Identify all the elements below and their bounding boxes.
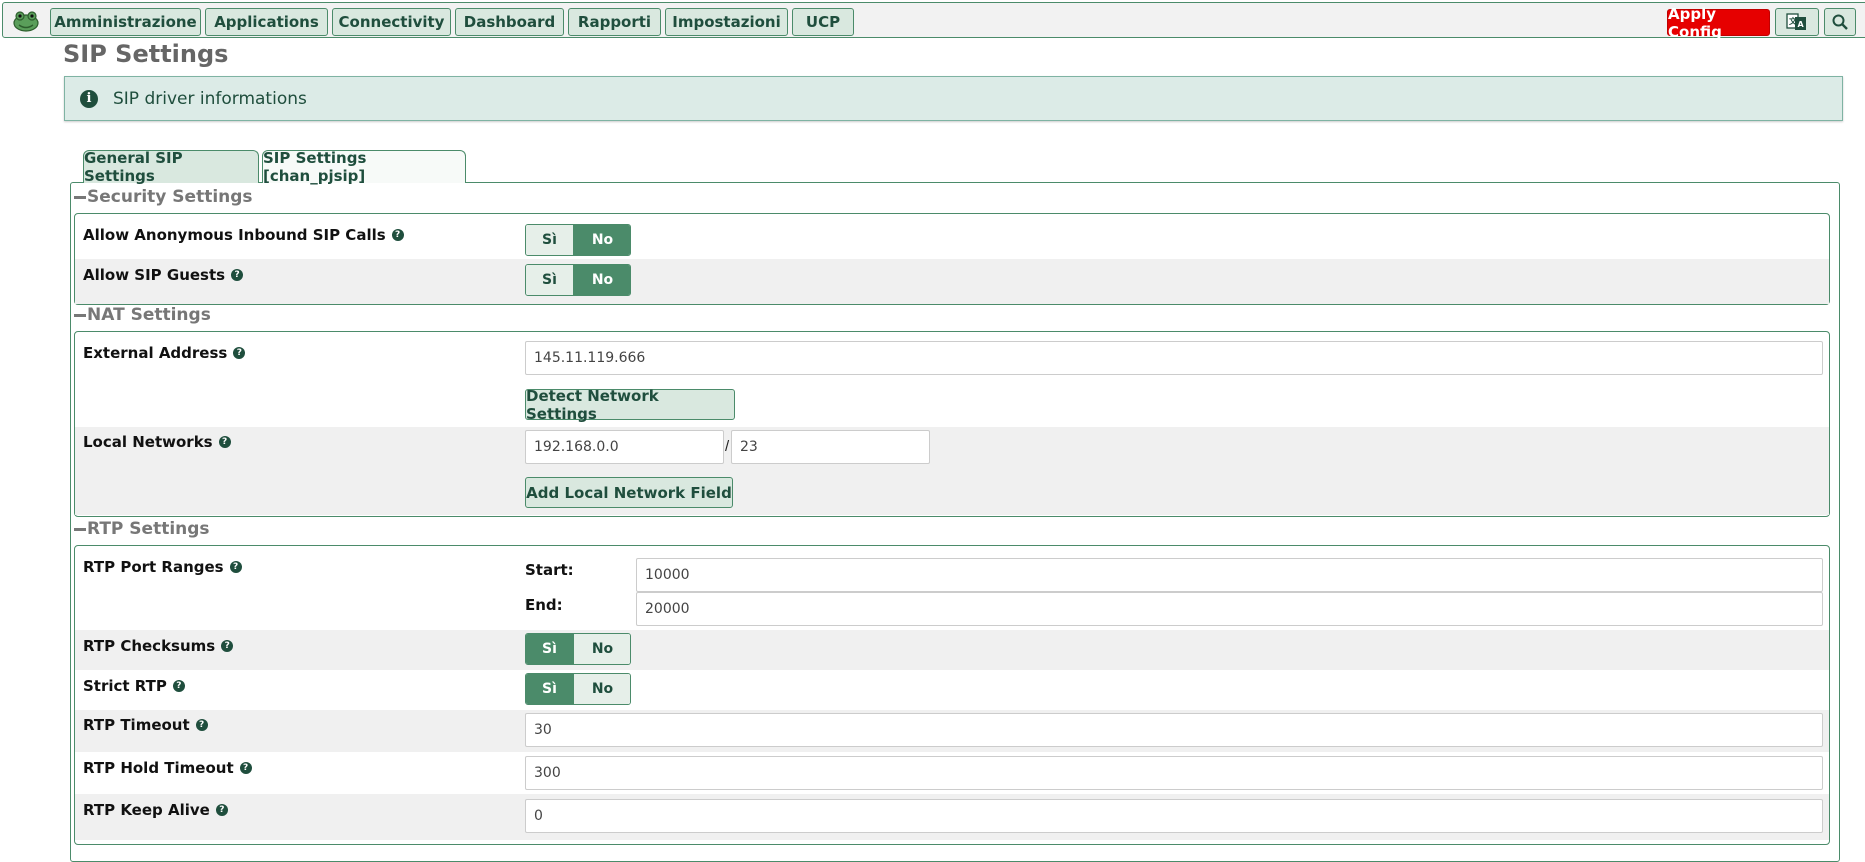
rtp-checksums-toggle[interactable]: Sì No	[525, 633, 631, 665]
help-icon[interactable]: ?	[195, 719, 208, 731]
nav-impostazioni[interactable]: Impostazioni	[665, 8, 788, 36]
section-title: Security Settings	[87, 187, 253, 207]
search-icon	[1832, 14, 1848, 30]
rtp-port-ranges-label: RTP Port Ranges ?	[83, 558, 242, 576]
nav-applications[interactable]: Applications	[205, 8, 328, 36]
local-network-mask-input[interactable]: 23	[731, 430, 930, 464]
external-address-label: External Address ?	[83, 344, 246, 362]
tab-general-sip-settings[interactable]: General SIP Settings	[83, 149, 259, 185]
help-icon[interactable]: ?	[233, 347, 246, 359]
label-text: Allow SIP Guests	[83, 266, 226, 284]
rtp-end-input[interactable]: 20000	[636, 592, 1823, 626]
rtp-hold-timeout-input[interactable]: 300	[525, 756, 1823, 790]
rtp-start-input[interactable]: 10000	[636, 558, 1823, 592]
collapse-icon	[74, 195, 86, 199]
help-icon[interactable]: ?	[221, 640, 234, 652]
rtp-timeout-input[interactable]: 30	[525, 713, 1823, 747]
nav-connectivity[interactable]: Connectivity	[332, 8, 451, 36]
rtp-hold-timeout-label: RTP Hold Timeout ?	[83, 759, 252, 777]
row-stripe	[75, 427, 1829, 515]
toggle-yes[interactable]: Sì	[526, 265, 574, 295]
allow-anonymous-toggle[interactable]: Sì No	[525, 224, 631, 256]
tab-sip-settings-chan-pjsip[interactable]: SIP Settings [chan_pjsip]	[262, 149, 466, 185]
network-separator: /	[725, 438, 730, 455]
help-icon[interactable]: ?	[218, 436, 231, 448]
row-stripe	[75, 259, 1829, 304]
label-text: RTP Hold Timeout	[83, 759, 234, 777]
toggle-yes[interactable]: Sì	[526, 634, 574, 664]
local-network-ip-input[interactable]: 192.168.0.0	[525, 430, 724, 464]
label-text: Local Networks	[83, 433, 213, 451]
rtp-checksums-label: RTP Checksums ?	[83, 637, 234, 655]
label-text: External Address	[83, 344, 228, 362]
help-icon[interactable]: ?	[239, 762, 252, 774]
nav-rapporti[interactable]: Rapporti	[568, 8, 661, 36]
search-button[interactable]	[1824, 8, 1856, 36]
allow-guests-toggle[interactable]: Sì No	[525, 264, 631, 296]
info-banner[interactable]: i SIP driver informations	[64, 76, 1843, 121]
toggle-yes[interactable]: Sì	[526, 225, 574, 255]
help-icon[interactable]: ?	[172, 680, 185, 692]
apply-config-button[interactable]: Apply Config	[1667, 5, 1770, 41]
translate-button[interactable]: 文 A	[1775, 8, 1819, 36]
section-nat-legend[interactable]: NAT Settings	[74, 305, 211, 325]
strict-rtp-toggle[interactable]: Sì No	[525, 673, 631, 705]
section-security-legend[interactable]: Security Settings	[74, 187, 253, 207]
toggle-no[interactable]: No	[574, 225, 630, 255]
local-networks-label: Local Networks ?	[83, 433, 231, 451]
label-text: RTP Keep Alive	[83, 801, 210, 819]
toggle-yes[interactable]: Sì	[526, 674, 574, 704]
top-navbar: Amministrazione Applications Connectivit…	[2, 2, 1865, 41]
rtp-keep-alive-input[interactable]: 0	[525, 799, 1823, 833]
collapse-icon	[74, 527, 86, 531]
strict-rtp-label: Strict RTP ?	[83, 677, 185, 695]
toggle-no[interactable]: No	[574, 265, 630, 295]
detect-network-settings-button[interactable]: Detect Network Settings	[525, 387, 735, 423]
translate-icon: 文 A	[1786, 13, 1806, 30]
allow-guests-label: Allow SIP Guests ?	[83, 266, 244, 284]
label-text: RTP Checksums	[83, 637, 216, 655]
allow-anonymous-label: Allow Anonymous Inbound SIP Calls ?	[83, 226, 404, 244]
rtp-timeout-label: RTP Timeout ?	[83, 716, 208, 734]
help-icon[interactable]: ?	[215, 804, 228, 816]
section-rtp-legend[interactable]: RTP Settings	[74, 519, 210, 539]
row-stripe	[75, 630, 1829, 670]
label-text: Allow Anonymous Inbound SIP Calls	[83, 226, 386, 244]
section-title: NAT Settings	[87, 305, 211, 325]
label-text: Strict RTP	[83, 677, 167, 695]
help-icon[interactable]: ?	[231, 269, 244, 281]
rtp-end-label: End:	[525, 596, 563, 614]
svg-text:A: A	[1798, 20, 1805, 29]
help-icon[interactable]: ?	[391, 229, 404, 241]
toggle-no[interactable]: No	[574, 634, 630, 664]
add-local-network-button[interactable]: Add Local Network Field	[525, 477, 733, 508]
label-text: RTP Port Ranges	[83, 558, 224, 576]
rtp-start-label: Start:	[525, 561, 574, 579]
info-icon: i	[80, 89, 98, 108]
info-text: SIP driver informations	[113, 88, 307, 109]
nav-amministrazione[interactable]: Amministrazione	[50, 8, 201, 36]
section-title: RTP Settings	[87, 519, 210, 539]
rtp-keep-alive-label: RTP Keep Alive ?	[83, 801, 228, 819]
label-text: RTP Timeout	[83, 716, 190, 734]
frog-logo-icon[interactable]	[13, 10, 39, 32]
external-address-input[interactable]: 145.11.119.666	[525, 341, 1823, 375]
nav-ucp[interactable]: UCP	[792, 8, 854, 36]
page-title: SIP Settings	[63, 40, 229, 68]
collapse-icon	[74, 313, 86, 317]
nav-dashboard[interactable]: Dashboard	[455, 8, 564, 36]
help-icon[interactable]: ?	[229, 561, 242, 573]
toggle-no[interactable]: No	[574, 674, 630, 704]
